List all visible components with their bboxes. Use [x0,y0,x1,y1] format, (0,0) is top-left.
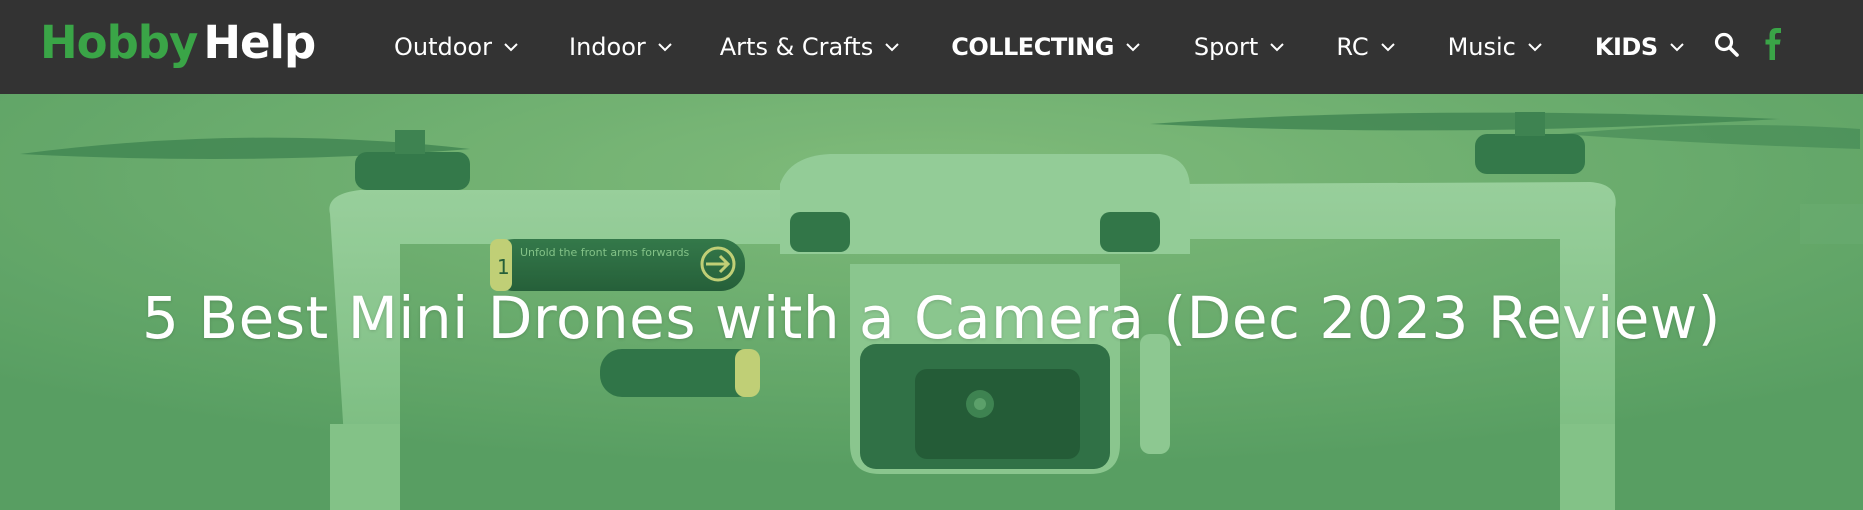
nav-item-label: COLLECTING [951,33,1114,61]
nav-item-label: Sport [1193,33,1259,61]
nav-item-rc[interactable]: RC [1336,0,1395,94]
logo-text-help: Help [203,16,316,69]
nav-item-label: Indoor [568,33,646,61]
site-logo[interactable]: Hobby Help [40,16,316,72]
nav-item-label: RC [1336,33,1369,61]
logo-text-hobby: Hobby [40,16,198,69]
nav-item-label: Arts & Crafts [719,33,874,61]
nav-item-sport[interactable]: Sport [1193,0,1285,94]
nav-item-outdoor[interactable]: Outdoor [394,0,518,94]
page-title: 5 Best Mini Drones with a Camera (Dec 20… [142,284,1721,352]
nav-item-label: KIDS [1594,33,1658,61]
search-icon[interactable] [1712,30,1742,60]
chevron-down-icon [1270,42,1285,52]
nav-item-music[interactable]: Music [1448,0,1542,94]
chevron-down-icon [885,42,899,52]
chevron-down-icon [1380,42,1395,52]
nav-item-label: Music [1447,33,1516,61]
main-nav: Outdoor Indoor Arts & Crafts COLLECTING … [394,0,1684,94]
facebook-icon[interactable] [1762,27,1786,63]
chevron-down-icon [1126,42,1140,52]
nav-item-collecting[interactable]: COLLECTING [951,0,1140,94]
nav-item-kids[interactable]: KIDS [1595,0,1684,94]
chevron-down-icon [1528,42,1542,52]
chevron-down-icon [1669,42,1684,52]
site-header: Hobby Help Outdoor Indoor Arts & Crafts C… [0,0,1863,94]
nav-item-arts-crafts[interactable]: Arts & Crafts [720,0,899,94]
nav-item-label: Outdoor [394,33,492,61]
hero-banner: 1 Unfold the front arms forwards 5 Best … [0,94,1863,510]
nav-item-indoor[interactable]: Indoor [569,0,672,94]
chevron-down-icon [658,42,672,52]
chevron-down-icon [504,42,518,52]
